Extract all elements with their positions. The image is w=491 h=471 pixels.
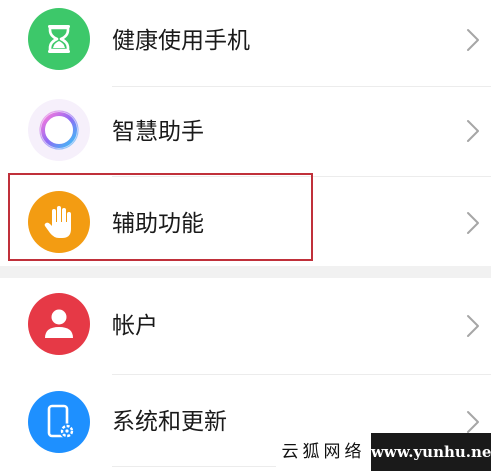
section-separator	[0, 266, 491, 278]
chevron-right-icon	[467, 120, 479, 142]
user-icon	[28, 293, 90, 355]
settings-item-label: 帐户	[112, 313, 158, 339]
chevron-right-icon	[467, 411, 479, 433]
chevron-right-icon	[467, 212, 479, 234]
hourglass-icon	[28, 8, 90, 70]
chevron-right-icon	[467, 29, 479, 51]
phone-settings-icon	[28, 391, 90, 453]
chevron-right-icon	[467, 315, 479, 337]
assistant-ring-icon	[28, 99, 90, 161]
settings-item-label: 智慧助手	[112, 119, 204, 145]
settings-item-label: 健康使用手机	[112, 28, 250, 54]
watermark-url: www.yunhu.net	[371, 433, 491, 471]
highlight-box	[8, 173, 313, 261]
settings-item-digital-balance[interactable]: 健康使用手机	[0, 0, 491, 84]
settings-item-account[interactable]: 帐户	[0, 282, 491, 370]
watermark: 云狐网络 www.yunhu.net	[276, 433, 491, 471]
settings-item-smart-assistant[interactable]: 智慧助手	[0, 86, 491, 174]
settings-item-label: 系统和更新	[112, 409, 227, 435]
watermark-cn-text: 云狐网络	[276, 433, 371, 471]
